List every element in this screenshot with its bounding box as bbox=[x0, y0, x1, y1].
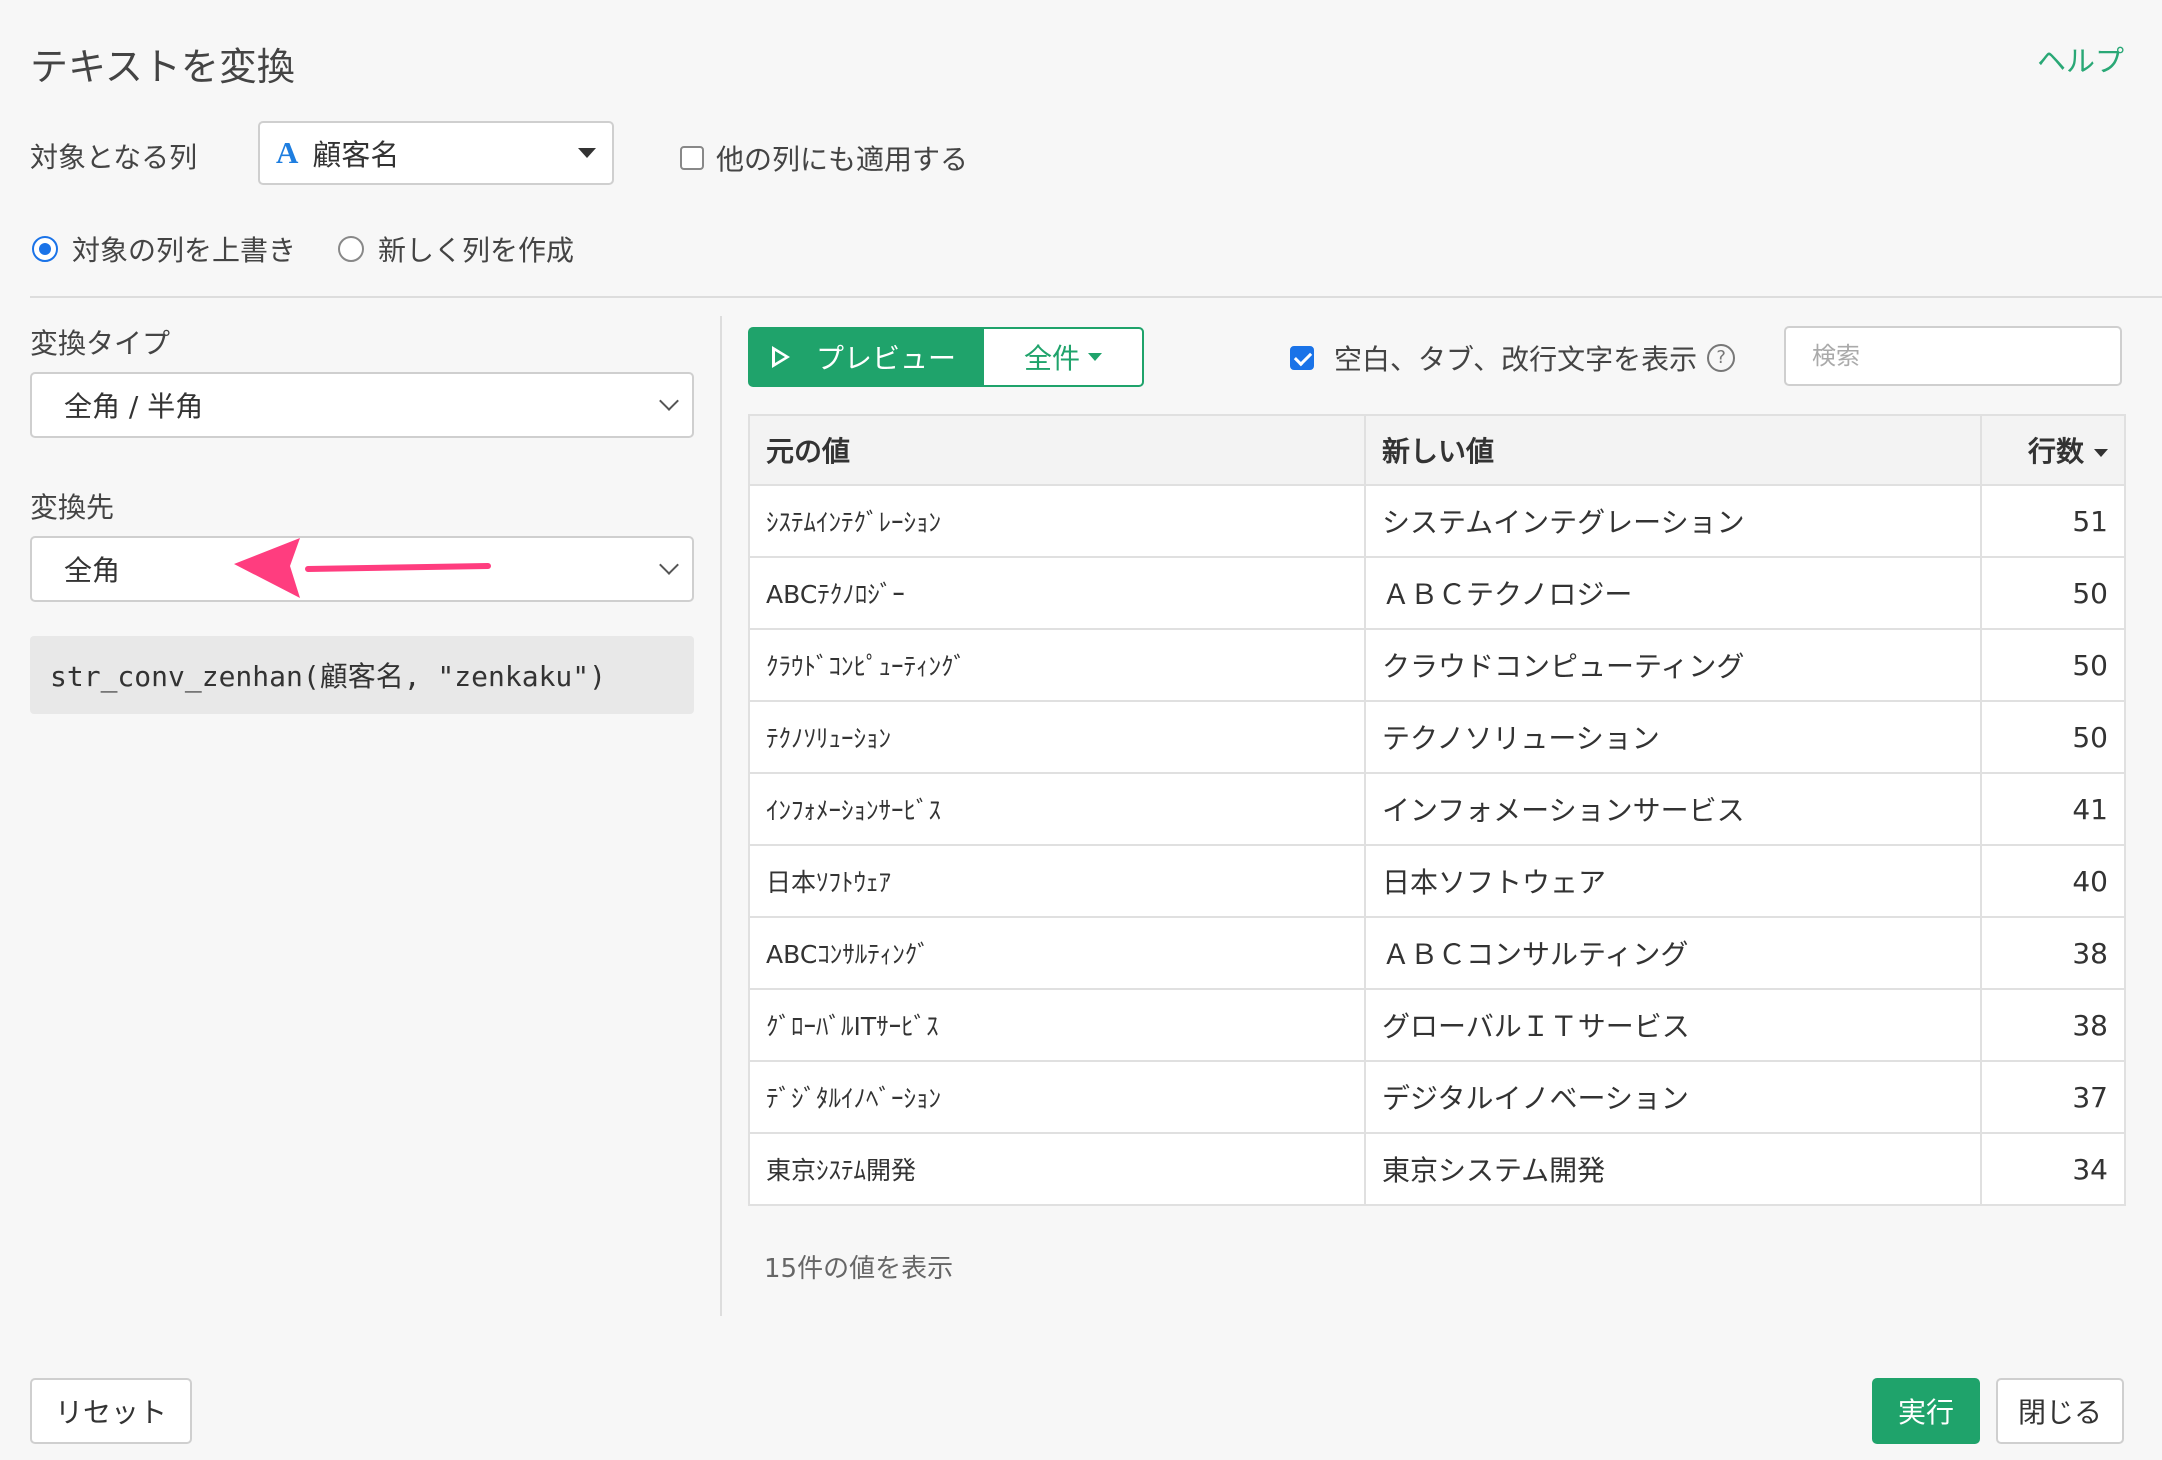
cell-count: 40 bbox=[1980, 844, 2126, 918]
table-row: ABCﾃｸﾉﾛｼﾞｰ ＡＢＣテクノロジー 50 bbox=[748, 556, 2126, 630]
cell-count: 50 bbox=[1980, 628, 2126, 702]
apply-other-label: 他の列にも適用する bbox=[716, 143, 969, 176]
values-count-note: 15件の値を表示 bbox=[764, 1254, 954, 1284]
cell-new: 東京システム開発 bbox=[1364, 1132, 1982, 1206]
table-row: ﾃﾞｼﾞﾀﾙｲﾉﾍﾞｰｼｮﾝ デジタルイノベーション 37 bbox=[748, 1060, 2126, 1134]
reset-button[interactable]: リセット bbox=[30, 1378, 192, 1444]
table-row: ｸﾗｳﾄﾞｺﾝﾋﾟｭｰﾃｨﾝｸﾞ クラウドコンピューティング 50 bbox=[748, 628, 2126, 702]
cell-new: システムインテグレーション bbox=[1364, 484, 1982, 558]
play-icon bbox=[772, 346, 790, 368]
cell-new: テクノソリューション bbox=[1364, 700, 1982, 774]
chevron-down-icon bbox=[659, 391, 679, 411]
table-row: 日本ｿﾌﾄｳｪｱ 日本ソフトウェア 40 bbox=[748, 844, 2126, 918]
cell-original: 東京ｼｽﾃﾑ開発 bbox=[748, 1132, 1366, 1206]
help-link[interactable]: ヘルプ bbox=[2037, 38, 2124, 80]
annotation-arrow-icon bbox=[234, 538, 491, 598]
preview-button[interactable]: プレビュー bbox=[748, 327, 985, 387]
radio-new-column-button[interactable] bbox=[338, 236, 364, 262]
radio-overwrite-button[interactable] bbox=[32, 236, 58, 262]
cell-count: 51 bbox=[1980, 484, 2126, 558]
conversion-type-value: 全角 / 半角 bbox=[64, 390, 204, 423]
table-row: ｲﾝﾌｫﾒｰｼｮﾝｻｰﾋﾞｽ インフォメーションサービス 41 bbox=[748, 772, 2126, 846]
sort-caret-icon bbox=[2094, 449, 2108, 457]
dialog-title: テキストを変換 bbox=[30, 45, 295, 89]
cell-new: クラウドコンピューティング bbox=[1364, 628, 1982, 702]
table-row: ﾃｸﾉｿﾘｭｰｼｮﾝ テクノソリューション 50 bbox=[748, 700, 2126, 774]
cell-count: 38 bbox=[1980, 916, 2126, 990]
cell-new: グローバルＩＴサービス bbox=[1364, 988, 1982, 1062]
search-box bbox=[1784, 326, 2122, 386]
vertical-divider bbox=[720, 316, 722, 1316]
preview-table: 元の値 新しい値 行数 ｼｽﾃﾑｲﾝﾃｸﾞﾚｰｼｮﾝ システムインテグレーション 5… bbox=[748, 414, 2126, 1206]
cell-original: ABCｺﾝｻﾙﾃｨﾝｸﾞ bbox=[748, 916, 1366, 990]
close-button[interactable]: 閉じる bbox=[1996, 1378, 2124, 1444]
header-original[interactable]: 元の値 bbox=[748, 414, 1366, 486]
table-row: ｸﾞﾛｰﾊﾞﾙITｻｰﾋﾞｽ グローバルＩＴサービス 38 bbox=[748, 988, 2126, 1062]
preview-button-label: プレビュー bbox=[816, 342, 957, 375]
cell-original: ｸﾗｳﾄﾞｺﾝﾋﾟｭｰﾃｨﾝｸﾞ bbox=[748, 628, 1366, 702]
radio-new-column[interactable]: 新しく列を作成 bbox=[338, 229, 574, 269]
radio-overwrite-label: 対象の列を上書き bbox=[72, 234, 297, 267]
scope-button-label: 全件 bbox=[1024, 342, 1081, 375]
apply-other-checkbox[interactable] bbox=[680, 146, 704, 170]
header-count-label: 行数 bbox=[2027, 435, 2084, 468]
caret-down-icon bbox=[578, 148, 596, 158]
show-whitespace-checkbox[interactable] bbox=[1290, 346, 1314, 370]
cell-new: ＡＢＣテクノロジー bbox=[1364, 556, 1982, 630]
table-row: ABCｺﾝｻﾙﾃｨﾝｸﾞ ＡＢＣコンサルティング 38 bbox=[748, 916, 2126, 990]
target-column-label: 対象となる列 bbox=[30, 141, 198, 174]
cell-count: 50 bbox=[1980, 556, 2126, 630]
table-row: 東京ｼｽﾃﾑ開発 東京システム開発 34 bbox=[748, 1132, 2126, 1206]
conversion-dest-label: 変換先 bbox=[30, 491, 115, 524]
cell-original: ｼｽﾃﾑｲﾝﾃｸﾞﾚｰｼｮﾝ bbox=[748, 484, 1366, 558]
radio-overwrite[interactable]: 対象の列を上書き bbox=[32, 229, 296, 269]
cell-original: ｸﾞﾛｰﾊﾞﾙITｻｰﾋﾞｽ bbox=[748, 988, 1366, 1062]
caret-down-icon bbox=[1088, 353, 1103, 361]
chevron-down-icon bbox=[659, 555, 679, 575]
show-whitespace-label: 空白、タブ、改行文字を表示 bbox=[1334, 343, 1698, 376]
conversion-type-label: 変換タイプ bbox=[30, 327, 171, 360]
help-circle-icon[interactable]: ? bbox=[1707, 344, 1736, 372]
cell-original: ABCﾃｸﾉﾛｼﾞｰ bbox=[748, 556, 1366, 630]
divider bbox=[30, 296, 2162, 298]
cell-count: 41 bbox=[1980, 772, 2126, 846]
cell-count: 38 bbox=[1980, 988, 2126, 1062]
header-new[interactable]: 新しい値 bbox=[1364, 414, 1982, 486]
cell-new: 日本ソフトウェア bbox=[1364, 844, 1982, 918]
show-whitespace-option[interactable]: 空白、タブ、改行文字を表示 ? bbox=[1290, 338, 1736, 378]
target-column-select[interactable]: A 顧客名 bbox=[258, 121, 614, 185]
cell-original: ﾃﾞｼﾞﾀﾙｲﾉﾍﾞｰｼｮﾝ bbox=[748, 1060, 1366, 1134]
search-input[interactable] bbox=[1810, 341, 2114, 371]
cell-count: 37 bbox=[1980, 1060, 2126, 1134]
preview-button-group: プレビュー 全件 bbox=[748, 327, 1145, 387]
cell-new: インフォメーションサービス bbox=[1364, 772, 1982, 846]
run-button[interactable]: 実行 bbox=[1872, 1378, 1980, 1444]
cell-new: デジタルイノベーション bbox=[1364, 1060, 1982, 1134]
code-preview: str_conv_zenhan(顧客名, "zenkaku") bbox=[30, 636, 694, 714]
table-row: ｼｽﾃﾑｲﾝﾃｸﾞﾚｰｼｮﾝ システムインテグレーション 51 bbox=[748, 484, 2126, 558]
cell-original: 日本ｿﾌﾄｳｪｱ bbox=[748, 844, 1366, 918]
scope-dropdown-button[interactable]: 全件 bbox=[984, 327, 1145, 387]
cell-original: ﾃｸﾉｿﾘｭｰｼｮﾝ bbox=[748, 700, 1366, 774]
apply-other-columns[interactable]: 他の列にも適用する bbox=[680, 138, 968, 178]
text-type-icon: A bbox=[276, 135, 299, 170]
cell-count: 50 bbox=[1980, 700, 2126, 774]
conversion-dest-value: 全角 bbox=[64, 554, 121, 587]
cell-original: ｲﾝﾌｫﾒｰｼｮﾝｻｰﾋﾞｽ bbox=[748, 772, 1366, 846]
header-count[interactable]: 行数 bbox=[1980, 414, 2126, 486]
table-header-row: 元の値 新しい値 行数 bbox=[748, 414, 2126, 486]
radio-new-column-label: 新しく列を作成 bbox=[378, 234, 575, 267]
target-column-value: 顧客名 bbox=[312, 138, 400, 172]
cell-new: ＡＢＣコンサルティング bbox=[1364, 916, 1982, 990]
conversion-type-select[interactable]: 全角 / 半角 bbox=[30, 372, 694, 438]
cell-count: 34 bbox=[1980, 1132, 2126, 1206]
